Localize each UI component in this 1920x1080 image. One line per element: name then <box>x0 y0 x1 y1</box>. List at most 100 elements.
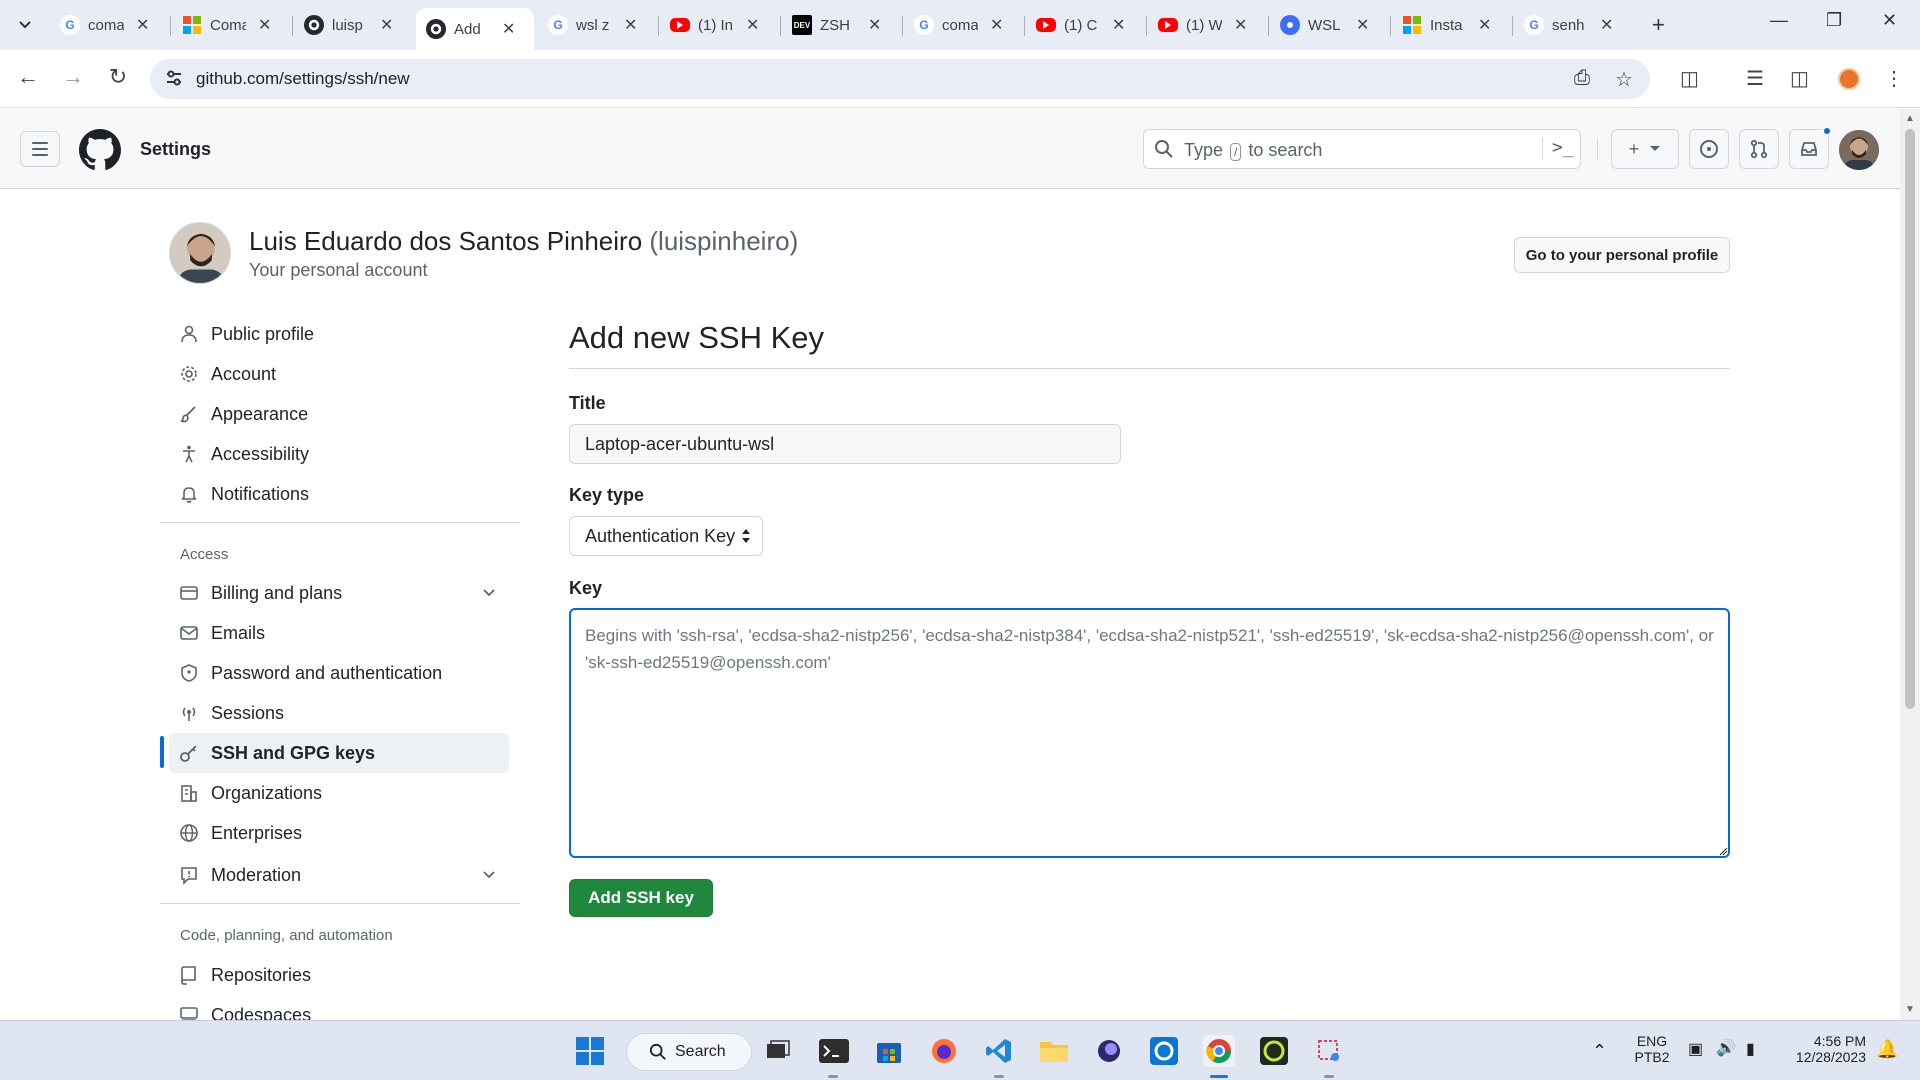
new-tab-button[interactable]: + <box>1652 12 1665 38</box>
chevron-down-icon[interactable] <box>481 584 497 600</box>
go-to-profile-button[interactable]: Go to your personal profile <box>1514 237 1730 273</box>
sidebar-item-public-profile[interactable]: Public profile <box>169 314 509 354</box>
network-icon[interactable]: ▣ <box>1688 1039 1703 1059</box>
browser-tab[interactable]: Insta ✕ <box>1392 8 1510 42</box>
close-tab-icon[interactable]: ✕ <box>990 15 1003 35</box>
battery-icon[interactable]: ▮ <box>1746 1039 1755 1059</box>
issues-button[interactable] <box>1689 129 1729 169</box>
browser-profile-avatar[interactable] <box>1838 68 1860 90</box>
clock[interactable]: 4:56 PM 12/28/2023 <box>1786 1033 1866 1065</box>
browser-tab[interactable]: Coma ✕ <box>172 8 290 42</box>
tab-search-button[interactable] <box>10 10 40 40</box>
browser-tab[interactable]: (1) C ✕ <box>1026 8 1144 42</box>
sidebar-item-accessibility[interactable]: Accessibility <box>169 434 509 474</box>
key-type-select[interactable]: Authentication Key <box>569 516 763 556</box>
close-tab-icon[interactable]: ✕ <box>746 15 759 35</box>
browser-tab[interactable]: (1) In ✕ <box>660 8 778 42</box>
site-info-icon[interactable] <box>164 68 184 88</box>
sidebar-item-sessions[interactable]: Sessions <box>169 693 509 733</box>
close-tab-icon[interactable]: ✕ <box>1112 15 1125 35</box>
close-tab-icon[interactable]: ✕ <box>1356 15 1369 35</box>
chevron-down-icon[interactable] <box>481 866 497 882</box>
app-icon-green[interactable] <box>1258 1035 1290 1067</box>
profile-handle[interactable]: (luispinheiro) <box>649 226 798 256</box>
create-new-button[interactable]: + <box>1611 129 1679 169</box>
title-field[interactable] <box>569 424 1121 464</box>
sidebar-item-account[interactable]: Account <box>169 354 509 394</box>
github-logo-icon[interactable] <box>79 129 121 171</box>
add-ssh-key-button[interactable]: Add SSH key <box>569 879 713 917</box>
firefox-app-icon[interactable] <box>928 1035 960 1067</box>
command-palette-icon[interactable]: >_ <box>1552 137 1574 158</box>
browser-tab[interactable]: luisp ✕ <box>294 8 412 42</box>
app-icon-blue[interactable] <box>1148 1035 1180 1067</box>
close-window-button[interactable]: ✕ <box>1882 10 1897 31</box>
vscode-app-icon[interactable] <box>983 1035 1015 1067</box>
hamburger-menu-button[interactable] <box>20 131 60 167</box>
close-tab-icon[interactable]: ✕ <box>1234 15 1247 35</box>
show-hidden-icons[interactable]: ⌃ <box>1592 1041 1607 1062</box>
notifications-bell-icon[interactable]: 🔔 <box>1876 1039 1898 1060</box>
sidebar-item-appearance[interactable]: Appearance <box>169 394 509 434</box>
search-input[interactable]: Type / to search >_ <box>1143 129 1581 169</box>
browser-tab[interactable]: Gsenh ✕ <box>1514 8 1632 42</box>
menu-kebab-icon[interactable]: ⋮ <box>1884 66 1904 91</box>
close-tab-icon[interactable]: ✕ <box>868 15 881 35</box>
start-button[interactable] <box>574 1035 606 1067</box>
resize-handle-icon[interactable] <box>1718 846 1728 856</box>
sidebar-item-emails[interactable]: Emails <box>169 613 509 653</box>
minimize-button[interactable]: — <box>1770 10 1788 31</box>
browser-tab[interactable]: Add ✕ <box>416 8 534 50</box>
media-controls-icon[interactable]: ☰ <box>1746 66 1764 91</box>
input-language[interactable]: ENG PTB2 <box>1632 1033 1672 1065</box>
volume-icon[interactable]: 🔊 <box>1716 1038 1736 1058</box>
close-tab-icon[interactable]: ✕ <box>624 15 637 35</box>
url-text[interactable]: github.com/settings/ssh/new <box>196 69 410 89</box>
close-tab-icon[interactable]: ✕ <box>136 15 149 35</box>
browser-tab[interactable]: Gwsl z ✕ <box>538 8 656 42</box>
extensions-icon[interactable]: ◫ <box>1680 66 1699 91</box>
sidebar-item-notifications[interactable]: Notifications <box>169 474 509 514</box>
close-tab-icon[interactable]: ✕ <box>1600 15 1613 35</box>
snipping-tool-icon[interactable] <box>1313 1035 1345 1067</box>
back-button[interactable]: ← <box>13 64 43 90</box>
sidebar-item-billing-and-plans[interactable]: Billing and plans <box>169 573 509 613</box>
address-bar[interactable]: github.com/settings/ssh/new ⎙ ☆ <box>150 59 1650 99</box>
profile-name[interactable]: Luis Eduardo dos Santos Pinheiro (luispi… <box>249 226 798 257</box>
sidebar-item-ssh-and-gpg-keys[interactable]: SSH and GPG keys <box>169 733 509 773</box>
restore-button[interactable]: ❐ <box>1826 10 1842 31</box>
sidebar-item-organizations[interactable]: Organizations <box>169 773 509 813</box>
browser-tab[interactable]: (1) W ✕ <box>1148 8 1266 42</box>
chrome-app-icon[interactable] <box>1203 1035 1235 1067</box>
page-scrollbar[interactable]: ▲ ▼ <box>1900 109 1920 1020</box>
sidebar-item-moderation[interactable]: Moderation <box>169 855 509 895</box>
taskbar-search[interactable]: Search <box>626 1033 752 1071</box>
terminal-app-icon[interactable] <box>818 1035 850 1067</box>
scroll-up-arrow-icon[interactable]: ▲ <box>1905 113 1915 124</box>
sidebar-item-enterprises[interactable]: Enterprises <box>169 813 509 853</box>
close-tab-icon[interactable]: ✕ <box>258 15 271 35</box>
sidebar-item-repositories[interactable]: Repositories <box>169 955 509 995</box>
install-app-icon[interactable]: ⎙ <box>1574 67 1590 90</box>
close-tab-icon[interactable]: ✕ <box>380 15 393 35</box>
browser-tab[interactable]: DEV ZSH ✕ <box>782 8 900 42</box>
file-explorer-icon[interactable] <box>1038 1035 1070 1067</box>
browser-tab[interactable]: Gcoma ✕ <box>50 8 168 42</box>
sidebar-item-password-and-authentication[interactable]: Password and authentication <box>169 653 509 693</box>
store-app-icon[interactable] <box>873 1035 905 1067</box>
browser-tab[interactable]: Gcoma ✕ <box>904 8 1022 42</box>
close-tab-icon[interactable]: ✕ <box>502 19 515 39</box>
user-avatar-menu[interactable] <box>1839 130 1879 170</box>
app-icon-purple[interactable] <box>1093 1035 1125 1067</box>
key-textarea[interactable] <box>569 608 1730 858</box>
page-section-title[interactable]: Settings <box>140 139 211 160</box>
task-view-icon[interactable] <box>762 1035 794 1067</box>
pull-requests-button[interactable] <box>1739 129 1779 169</box>
close-tab-icon[interactable]: ✕ <box>1478 15 1491 35</box>
side-panel-icon[interactable]: ◫ <box>1790 66 1809 91</box>
reload-button[interactable]: ↻ <box>103 64 133 90</box>
forward-button[interactable]: → <box>58 64 88 90</box>
bookmark-star-icon[interactable]: ☆ <box>1615 67 1633 92</box>
scroll-down-arrow-icon[interactable]: ▼ <box>1905 1004 1915 1015</box>
browser-tab[interactable]: WSL ✕ <box>1270 8 1388 42</box>
